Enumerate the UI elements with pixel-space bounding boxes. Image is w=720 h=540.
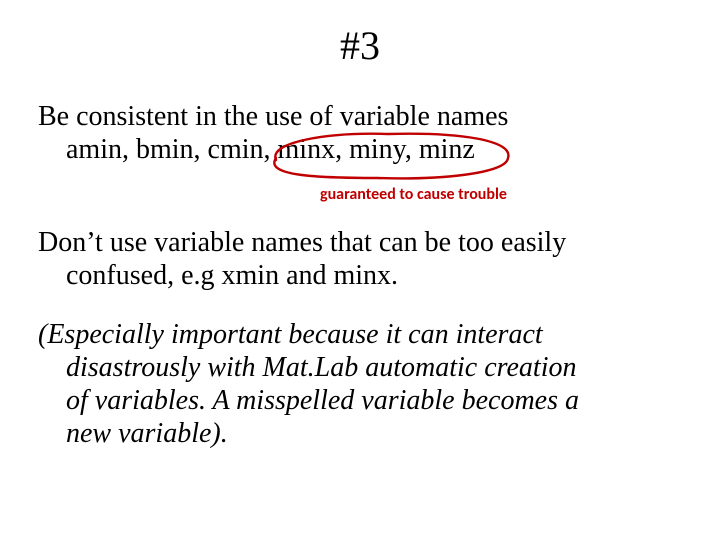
paragraph-1: Be consistent in the use of variable nam… <box>38 100 682 166</box>
p3-line4: new variable). <box>38 417 682 450</box>
slide-title: #3 <box>0 22 720 69</box>
p3-line2: disastrously with Mat.Lab automatic crea… <box>38 351 682 384</box>
p1-line1: Be consistent in the use of variable nam… <box>38 101 508 132</box>
paragraph-2: Don’t use variable names that can be too… <box>38 226 682 292</box>
paragraph-3: (Especially important because it can int… <box>38 318 682 450</box>
trouble-annotation: guaranteed to cause trouble <box>320 186 507 205</box>
p3-line3: of variables. A misspelled variable beco… <box>38 384 682 417</box>
p2-line1: Don’t use variable names that can be too… <box>38 227 566 258</box>
p2-line2: confused, e.g xmin and minx. <box>38 259 682 292</box>
slide-body: Be consistent in the use of variable nam… <box>38 100 682 468</box>
p1-line2: amin, bmin, cmin, minx, miny, minz <box>38 133 682 166</box>
p3-line1: (Especially important because it can int… <box>38 319 543 350</box>
slide: #3 Be consistent in the use of variable … <box>0 0 720 540</box>
annotation-row: guaranteed to cause trouble <box>38 184 682 212</box>
